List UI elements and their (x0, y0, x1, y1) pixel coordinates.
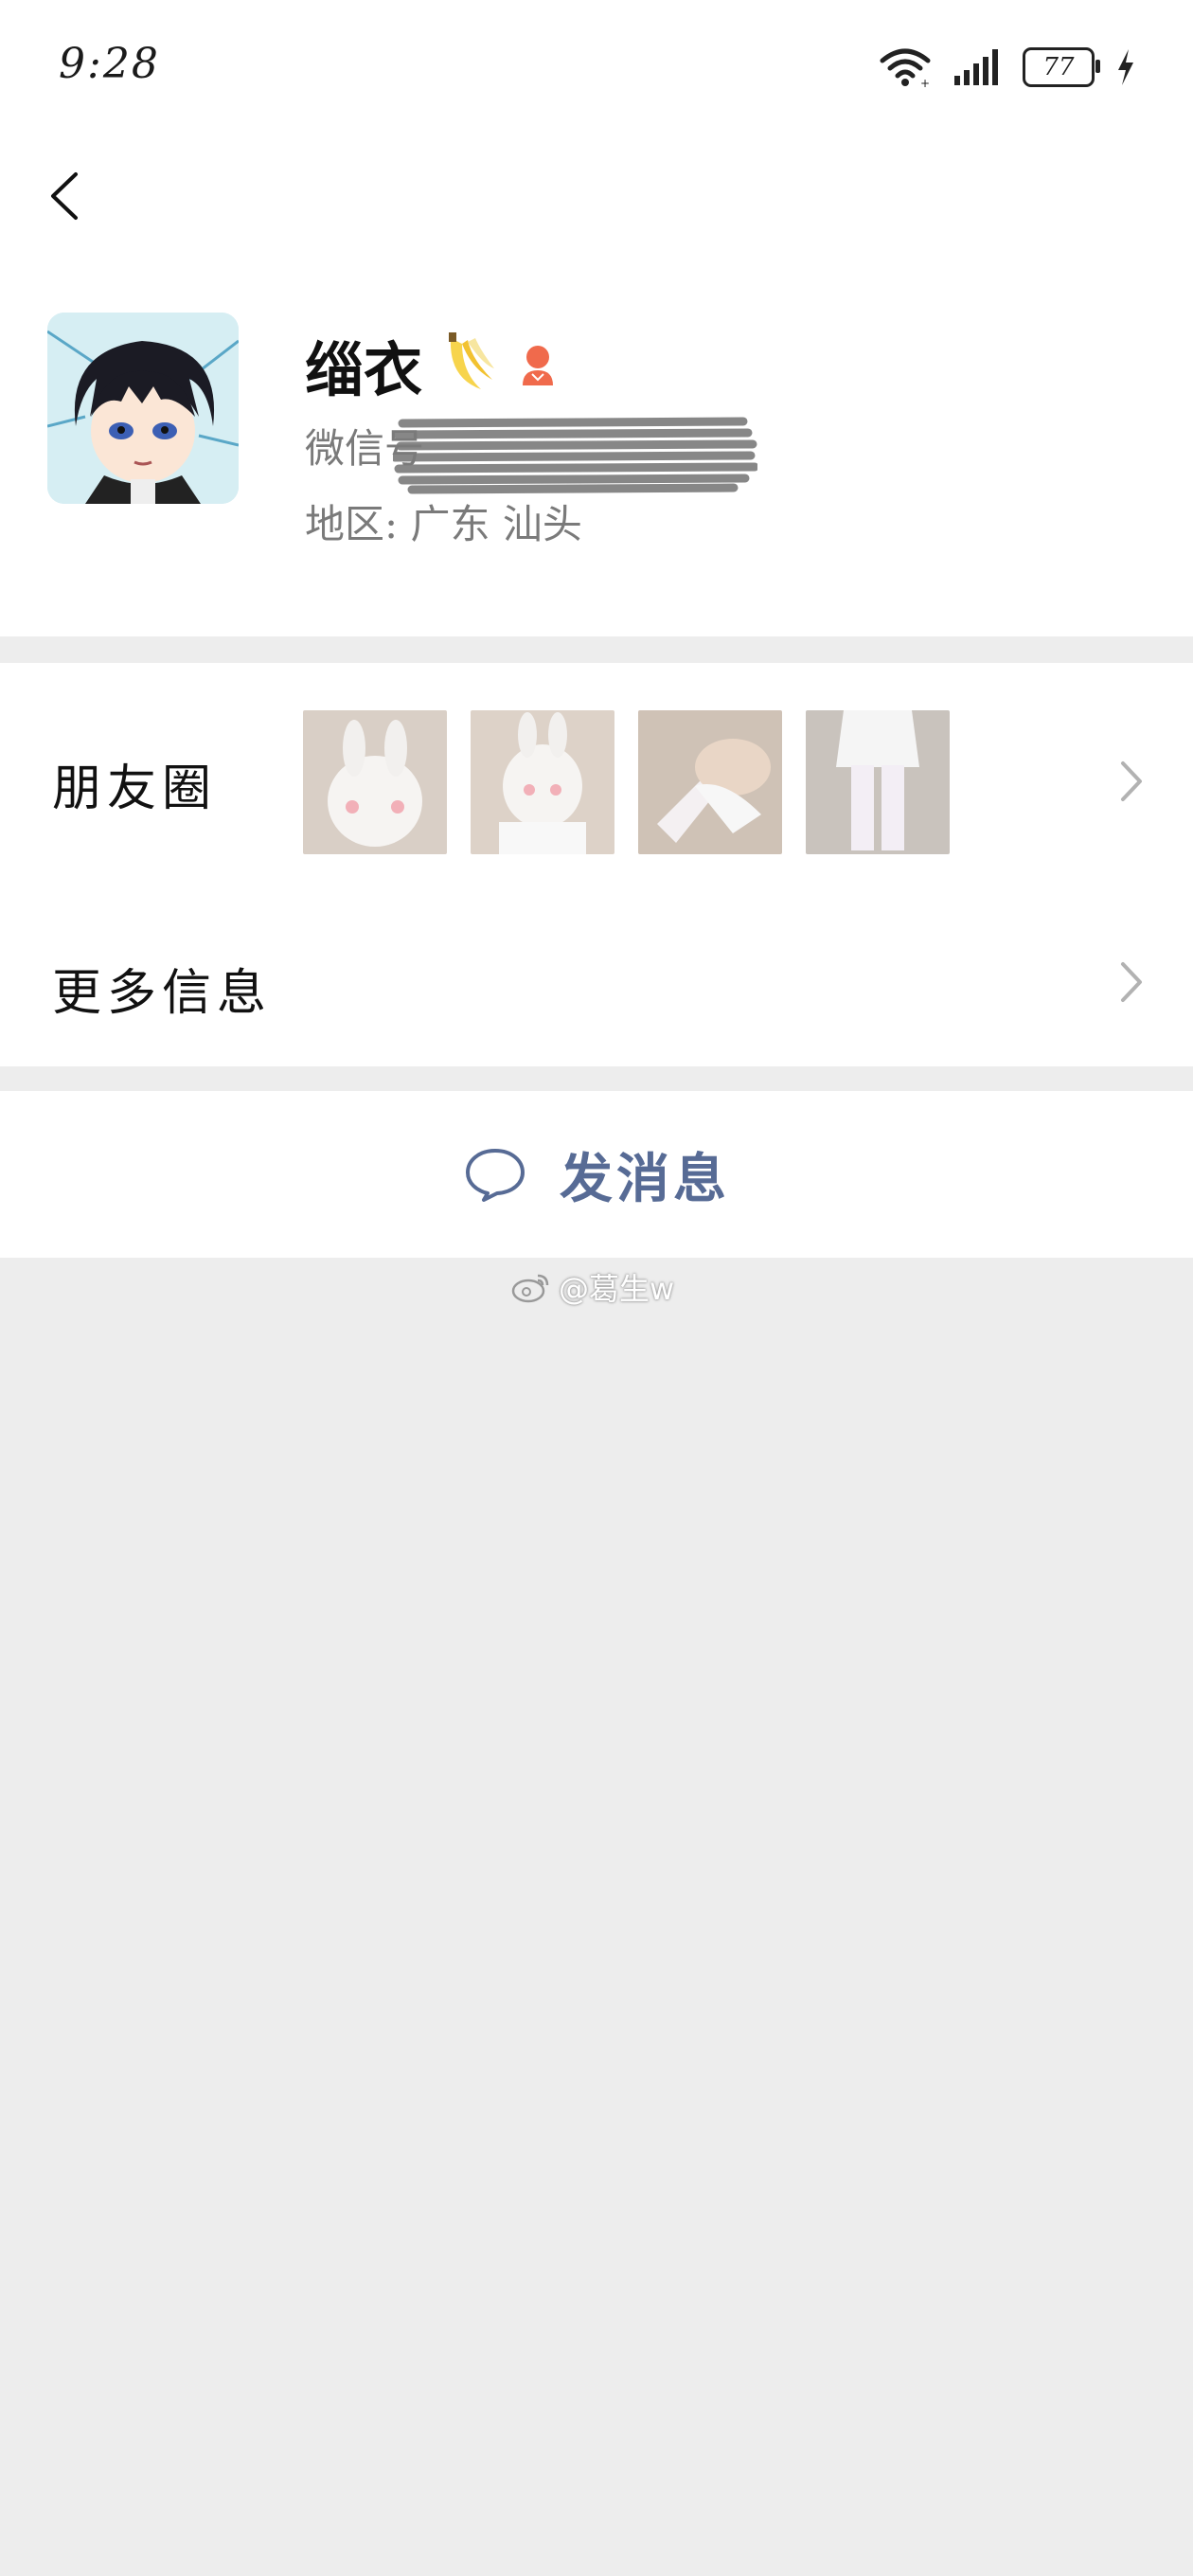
status-bar: 9:28 + 77 (0, 0, 1193, 142)
nickname: 缁衣 (305, 335, 423, 404)
send-message-label: 发消息 (560, 1147, 730, 1210)
chevron-right-icon (1121, 761, 1142, 801)
watermark: @葛生w (511, 1265, 674, 1309)
more-info-row[interactable]: 更多信息 (0, 900, 1193, 1066)
moments-thumbnail (303, 710, 447, 854)
moments-label: 朋友圈 (52, 760, 218, 817)
region-row: 地区: 广东 汕头 (305, 492, 582, 550)
back-arrow-icon (51, 172, 78, 220)
moments-row[interactable]: 朋友圈 (0, 663, 1193, 900)
avatar[interactable] (47, 313, 239, 504)
battery-level: 77 (1042, 53, 1075, 81)
nickname-row: 缁衣 (305, 322, 562, 407)
back-button[interactable] (38, 163, 95, 229)
moments-thumbnail (638, 710, 782, 854)
region-value: 广东 汕头 (410, 501, 582, 547)
profile-header: 缁衣 微信号 地区: 广东 汕头 (0, 142, 1193, 636)
chevron-right-icon (1121, 962, 1142, 1002)
chat-bubble-icon (466, 1149, 525, 1202)
wifi-icon: + (880, 48, 931, 87)
send-message-section: 发消息 (0, 1091, 1193, 1258)
signal-icon (954, 49, 998, 85)
female-icon (523, 346, 554, 385)
watermark-text: @葛生w (559, 1271, 675, 1307)
moments-thumbnails (303, 710, 950, 854)
svg-text:+: + (920, 77, 930, 87)
charging-icon (1118, 49, 1133, 85)
moments-thumbnail (806, 710, 950, 854)
battery-icon: 77 (1023, 47, 1100, 87)
avatar-image (47, 313, 239, 504)
status-time: 9:28 (59, 40, 160, 88)
moments-thumbnail (471, 710, 614, 854)
status-icons: + 77 (879, 44, 1136, 91)
banana-icon (449, 332, 495, 389)
send-message-button[interactable]: 发消息 (0, 1091, 1193, 1258)
more-info-label: 更多信息 (52, 965, 273, 1022)
region-label: 地区: (305, 501, 399, 547)
weibo-icon (511, 1274, 549, 1303)
